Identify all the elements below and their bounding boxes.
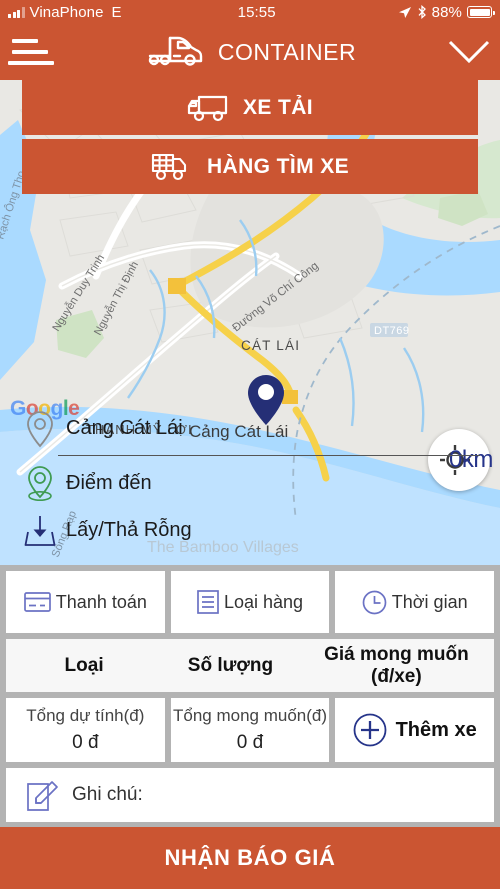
empty-container-text: Lấy/Thả Rỗng — [66, 519, 192, 541]
origin-row[interactable]: Cảng Cát Lái — [0, 405, 500, 452]
list-icon — [197, 590, 219, 614]
origin-pin-icon — [18, 410, 62, 448]
add-vehicle-button[interactable]: Thêm xe — [335, 698, 495, 762]
app-root: VinaPhone E 15:55 88% CONTAINER CÁT LÁI … — [0, 0, 500, 889]
empty-container-row[interactable]: Lấy/Thả Rỗng — [0, 507, 500, 554]
col-header-gia: Giá mong muốn (đ/xe) — [324, 643, 469, 687]
chevron-down-icon[interactable] — [438, 39, 500, 65]
add-vehicle-label: Thêm xe — [395, 718, 477, 741]
total-desired-value: 0 đ — [236, 732, 264, 753]
option-label-thoi-gian: Thời gian — [391, 591, 468, 612]
status-bar-left: VinaPhone E — [8, 4, 122, 21]
container-truck-icon — [148, 36, 203, 66]
plus-circle-icon — [353, 713, 386, 747]
app-bar-title-group: CONTAINER — [62, 34, 438, 70]
mode-buttons: XE TẢI HÀNG TÌM XE — [22, 80, 478, 194]
mode-label-hang-tim-xe: HÀNG TÌM XE — [206, 154, 350, 178]
hamburger-icon[interactable] — [0, 39, 62, 65]
cargo-truck-icon — [151, 153, 187, 180]
option-loai-hang[interactable]: Loại hàng — [170, 571, 330, 633]
destination-text: Điểm đến — [66, 472, 152, 494]
note-label: Ghi chú: — [72, 784, 143, 805]
svg-text:DT769: DT769 — [374, 325, 410, 337]
truck-icon — [187, 95, 228, 121]
bluetooth-icon — [418, 5, 426, 19]
download-tray-icon — [18, 514, 62, 548]
option-thanh-toan[interactable]: Thanh toán — [6, 571, 165, 633]
location-arrow-icon — [398, 6, 411, 18]
total-desired: Tổng mong muốn(đ) 0 đ — [170, 698, 330, 762]
app-bar: CONTAINER — [0, 24, 500, 80]
signal-icon — [8, 6, 25, 18]
credit-card-icon — [23, 592, 51, 612]
battery-icon — [467, 6, 495, 18]
submit-quote-label: NHẬN BÁO GIÁ — [164, 845, 336, 870]
status-bar-right: 88% — [398, 3, 495, 21]
mode-label-xe-tai: XE TẢI — [242, 95, 314, 119]
mode-button-hang-tim-xe[interactable]: HÀNG TÌM XE — [22, 139, 478, 194]
total-desired-label: Tổng mong muốn(đ) — [172, 706, 328, 725]
svg-text:CÁT LÁI: CÁT LÁI — [241, 338, 300, 353]
total-estimate-label: Tổng dự tính(đ) — [26, 706, 145, 725]
status-bar-clock: 15:55 — [237, 3, 276, 21]
origin-text: Cảng Cát Lái — [66, 417, 183, 439]
network-type: E — [111, 3, 122, 21]
destination-pin-icon — [18, 465, 62, 503]
origin-underline — [58, 455, 480, 456]
clock-icon — [362, 590, 387, 614]
col-header-so-luong: Số lượng — [187, 654, 274, 676]
mode-button-xe-tai[interactable]: XE TẢI — [22, 80, 478, 135]
submit-quote-button[interactable]: NHẬN BÁO GIÁ — [0, 827, 500, 889]
order-form: Thanh toán Loại hàng Thời gian Loại Số l… — [0, 566, 500, 827]
vehicle-table-header: Loại Số lượng Giá mong muốn (đ/xe) — [6, 639, 494, 692]
battery-percent: 88% — [431, 3, 462, 21]
address-panel: Cảng Cát Lái Điểm đến Lấy/Thả Rỗng — [0, 405, 500, 554]
note-row[interactable]: Ghi chú: — [6, 768, 494, 822]
app-bar-title: CONTAINER — [217, 38, 357, 65]
total-estimate-value: 0 đ — [72, 732, 99, 753]
options-row: Thanh toán Loại hàng Thời gian — [6, 571, 495, 633]
option-thoi-gian[interactable]: Thời gian — [335, 571, 495, 633]
option-label-loai-hang: Loại hàng — [223, 591, 304, 612]
note-pencil-icon — [27, 781, 58, 811]
col-header-loai: Loại — [64, 654, 104, 676]
carrier-name: VinaPhone — [29, 3, 104, 21]
total-estimate: Tổng dự tính(đ) 0 đ — [6, 698, 165, 762]
destination-row[interactable]: Điểm đến — [0, 460, 500, 507]
option-label-thanh-toan: Thanh toán — [55, 591, 147, 612]
status-bar: VinaPhone E 15:55 88% — [0, 0, 500, 24]
totals-row: Tổng dự tính(đ) 0 đ Tổng mong muốn(đ) 0 … — [6, 698, 495, 762]
